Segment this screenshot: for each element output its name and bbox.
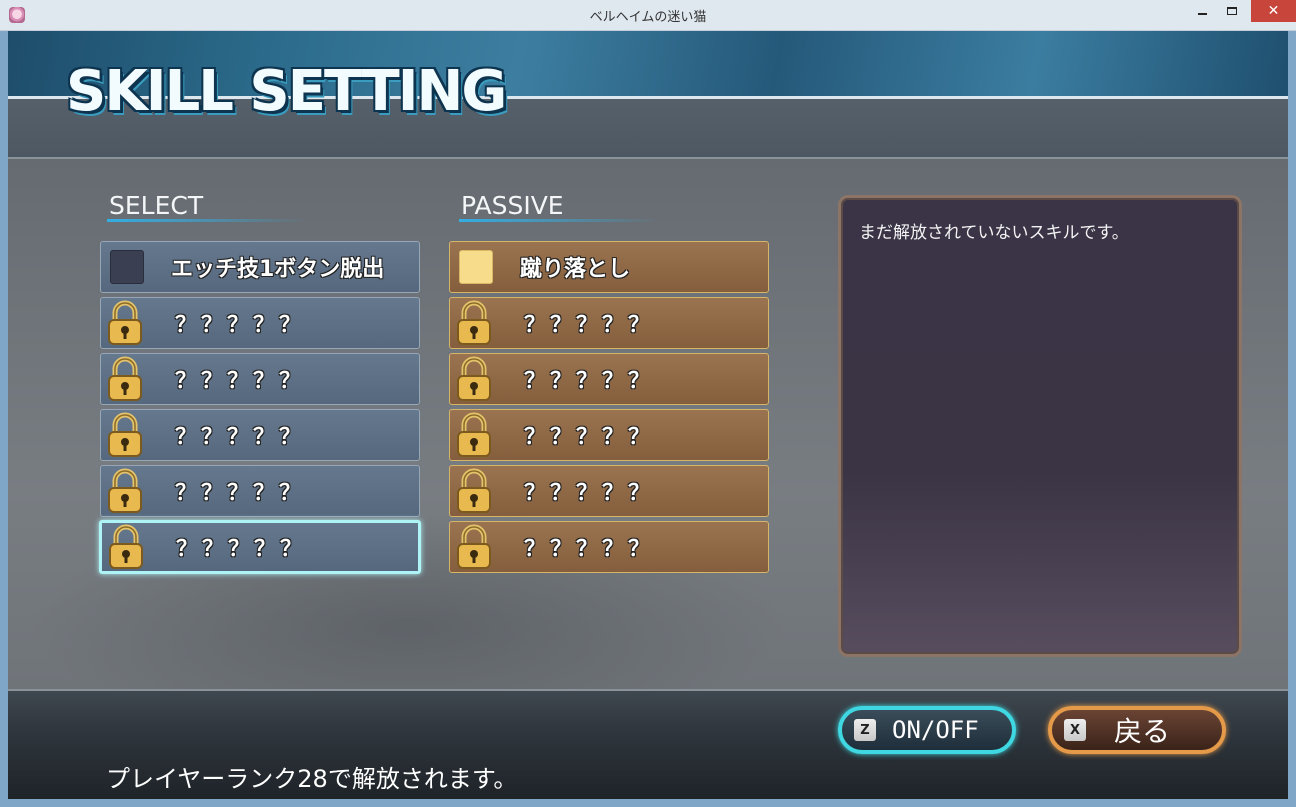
passive-skill-row[interactable]: 蹴り落とし [449,241,769,293]
description-panel: まだ解放されていないスキルです。 [838,195,1242,657]
padlock-icon [457,412,491,457]
skill-label: ？？？？？ [175,425,306,450]
minimize-icon [1197,13,1207,15]
skill-label: ？？？？？ [175,369,306,394]
skill-label: ？？？？？ [524,481,655,506]
back-label: 戻る [1114,715,1171,748]
skill-label: ？？？？？ [176,537,307,562]
passive-skill-row[interactable]: ？？？？？ [449,353,769,405]
window-frame-bottom [0,799,1296,807]
skill-label: ？？？？？ [524,537,655,562]
padlock-icon [108,356,142,401]
description-text: まだ解放されていないスキルです。 [859,223,1129,243]
padlock-icon [457,468,491,513]
passive-section-underline [459,219,659,222]
padlock-icon [457,524,491,569]
game-screen: SKILL SETTING SELECT エッチ技1ボタン脱出 ？？？？？ ？？… [8,31,1288,799]
skill-label: 蹴り落とし [520,257,631,282]
minimize-button[interactable] [1188,0,1216,22]
padlock-icon [109,524,143,569]
skill-label: ？？？？？ [175,481,306,506]
select-skill-row[interactable]: ？？？？？ [100,297,420,349]
select-section-underline [107,219,307,222]
window-frame-left [0,31,8,807]
page-title: SKILL SETTING [66,59,507,124]
window-frame-right [1288,31,1296,807]
x-key-icon: X [1064,719,1086,741]
skill-toggle-box [459,250,493,284]
select-skill-row[interactable]: ？？？？？ [100,353,420,405]
passive-skill-row[interactable]: ？？？？？ [449,409,769,461]
onoff-button[interactable]: Z ON/OFF [838,706,1016,754]
close-button[interactable]: ✕ [1251,0,1296,22]
window-titlebar: ベルヘイムの迷い猫 ✕ [0,0,1296,31]
select-skill-row[interactable]: エッチ技1ボタン脱出 [100,241,420,293]
maximize-button[interactable] [1218,0,1246,22]
passive-skill-row[interactable]: ？？？？？ [449,297,769,349]
select-skill-row[interactable]: ？？？？？ [100,409,420,461]
padlock-icon [457,356,491,401]
maximize-icon [1227,7,1237,15]
unlock-condition-message: プレイヤーランク28で解放されます。 [106,765,518,793]
skill-label: エッチ技1ボタン脱出 [171,257,385,282]
z-key-icon: Z [854,719,876,741]
window-title: ベルヘイムの迷い猫 [589,10,707,25]
skill-label: ？？？？？ [175,313,306,338]
padlock-icon [108,412,142,457]
skill-label: ？？？？？ [524,313,655,338]
close-icon: ✕ [1267,3,1280,19]
select-section-label: SELECT [109,191,204,220]
skill-label: ？？？？？ [524,425,655,450]
passive-skill-row[interactable]: ？？？？？ [449,465,769,517]
passive-section-label: PASSIVE [461,191,564,220]
back-button[interactable]: X 戻る [1048,706,1226,754]
passive-skill-row[interactable]: ？？？？？ [449,521,769,573]
padlock-icon [457,300,491,345]
skill-toggle-box [110,250,144,284]
onoff-label: ON/OFF [892,716,979,744]
padlock-icon [108,468,142,513]
padlock-icon [108,300,142,345]
skill-label: ？？？？？ [524,369,655,394]
select-skill-row-selected[interactable]: ？？？？？ [99,520,421,574]
select-skill-row[interactable]: ？？？？？ [100,465,420,517]
